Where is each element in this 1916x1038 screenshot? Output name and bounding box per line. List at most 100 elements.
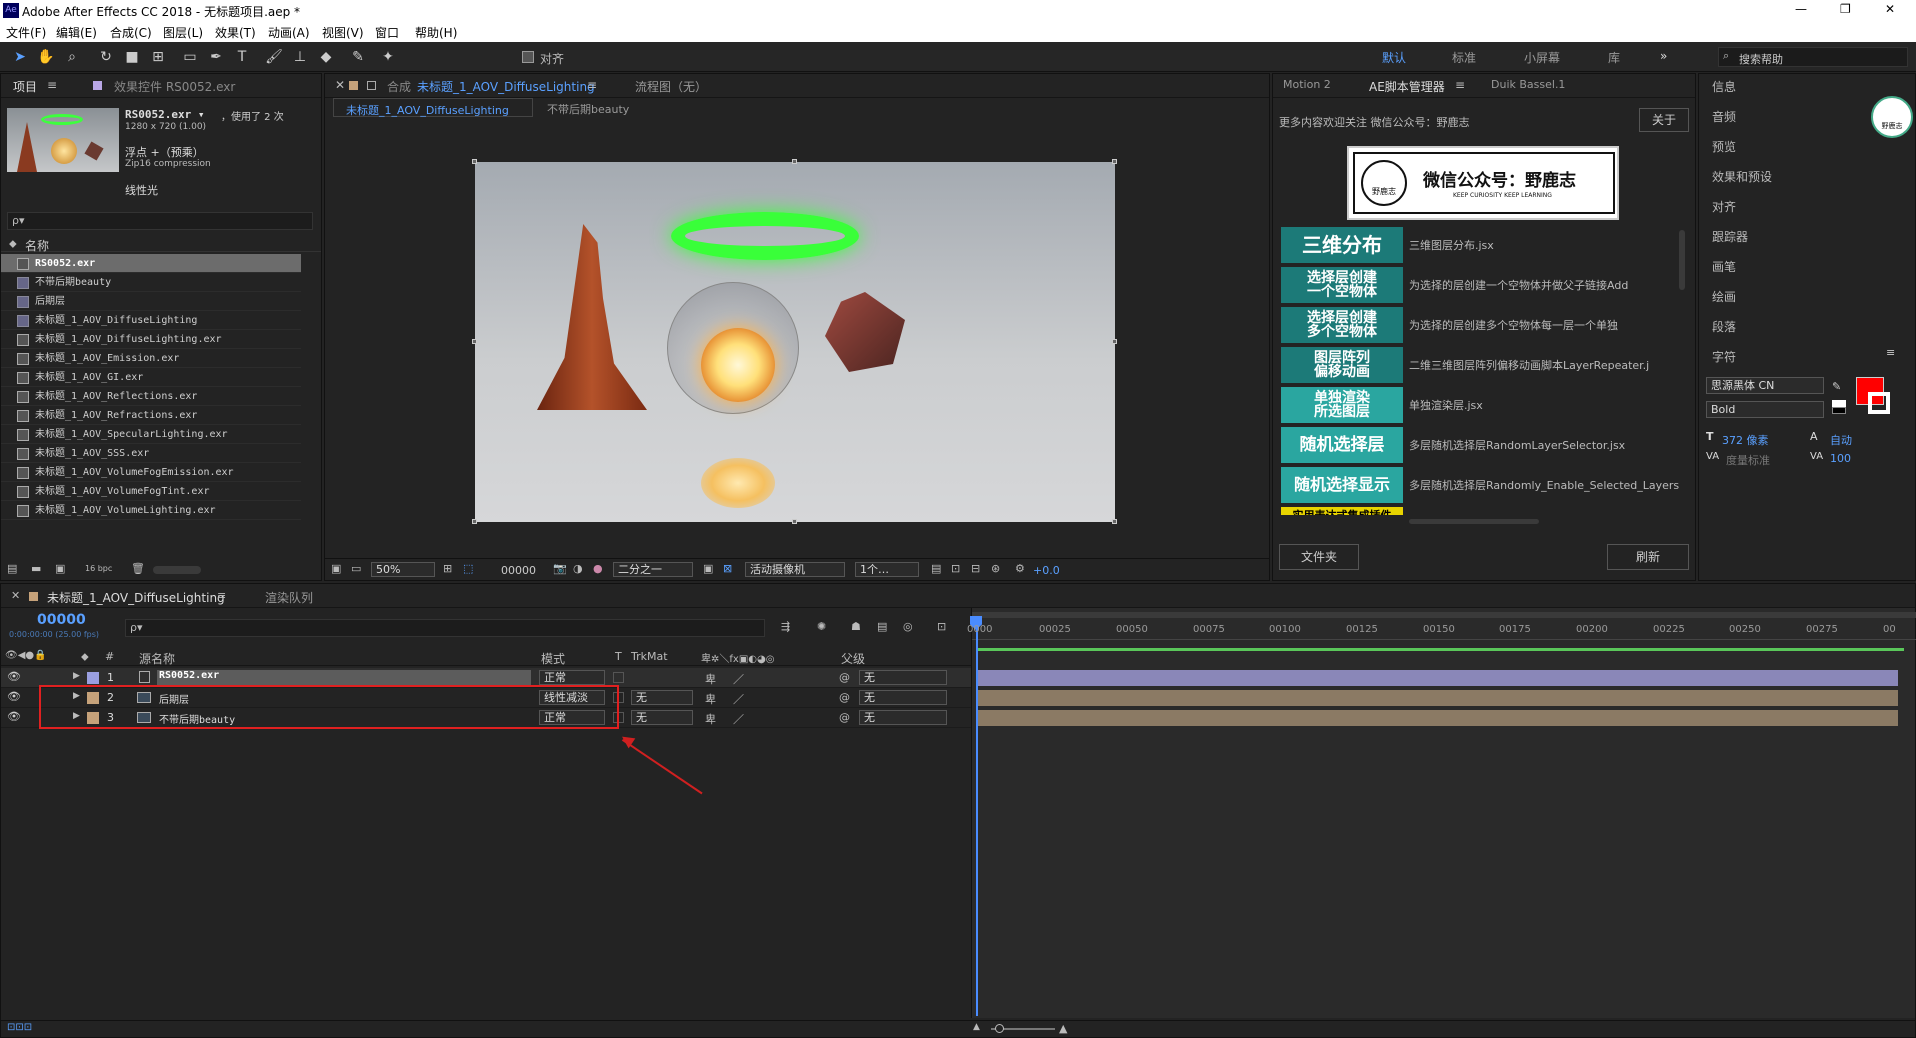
menu-window[interactable]: 窗口 xyxy=(375,24,399,41)
panel-info[interactable]: 信息 xyxy=(1712,78,1736,95)
draft-3d-icon[interactable]: ✺ xyxy=(817,620,826,633)
search-help-box[interactable]: ⌕ 搜索帮助 xyxy=(1718,47,1908,67)
list-item[interactable]: 未标题_1_AOV_Emission.exr xyxy=(1,349,301,368)
channel-icon[interactable]: ● xyxy=(593,562,603,575)
playhead[interactable] xyxy=(976,616,978,1016)
list-item[interactable]: 未标题_1_AOV_SSS.exr xyxy=(1,444,301,463)
list-item[interactable]: 未标题_1_AOV_Reflections.exr xyxy=(1,387,301,406)
work-area-bar[interactable] xyxy=(972,612,1916,618)
list-item[interactable]: 后期层 xyxy=(1,292,301,311)
new-folder-icon[interactable]: ▬ xyxy=(31,562,41,575)
list-item[interactable]: RS0052.exr xyxy=(1,254,301,273)
transparency-grid-icon[interactable]: ⊠ xyxy=(723,562,732,575)
menu-edit[interactable]: 编辑(E) xyxy=(56,24,97,41)
project-search-input[interactable]: ρ▾ xyxy=(7,212,313,230)
layer-label-color[interactable] xyxy=(87,672,99,684)
shy-icon[interactable]: ☗ xyxy=(851,620,861,633)
character-menu-icon[interactable]: ≡ xyxy=(1886,346,1895,359)
column-mode[interactable]: 模式 xyxy=(541,650,565,667)
menu-composition[interactable]: 合成(C) xyxy=(110,24,152,41)
pen-tool-icon[interactable]: ✒ xyxy=(206,47,226,67)
eyedropper-icon[interactable]: ✎ xyxy=(1832,380,1841,393)
timeline-search-input[interactable]: ρ▾ xyxy=(125,619,765,637)
menu-effect[interactable]: 效果(T) xyxy=(215,24,256,41)
panel-audio[interactable]: 音频 xyxy=(1712,108,1736,125)
panel-brushes[interactable]: 画笔 xyxy=(1712,258,1736,275)
font-family-select[interactable]: 思源黑体 CN xyxy=(1706,377,1824,394)
comp-viewer[interactable] xyxy=(475,162,1115,522)
tracking-value[interactable]: 100 xyxy=(1830,452,1851,465)
stroke-color-swatch[interactable] xyxy=(1868,392,1890,414)
motion-blur-icon[interactable]: ◎ xyxy=(903,620,913,633)
list-item[interactable]: 未标题_1_AOV_SpecularLighting.exr xyxy=(1,425,301,444)
flowchart-icon[interactable]: ⊛ xyxy=(991,562,1000,575)
zoom-out-icon[interactable]: ▲ xyxy=(973,1022,980,1032)
shy-switch-icon[interactable]: 卑 xyxy=(705,711,716,727)
roto-brush-tool-icon[interactable]: ✎ xyxy=(348,47,368,67)
parent-pickwhip-icon[interactable]: @ xyxy=(839,711,850,724)
panel-menu-icon[interactable]: ≡ xyxy=(587,78,597,92)
layer-parent-select[interactable]: 无 xyxy=(859,670,947,685)
menu-layer[interactable]: 图层(L) xyxy=(163,24,203,41)
panel-menu-icon[interactable]: ≡ xyxy=(217,589,226,602)
close-tab-icon[interactable]: ✕ xyxy=(335,78,345,92)
pan-behind-tool-icon[interactable]: ⊞ xyxy=(148,47,168,67)
shy-switch-icon[interactable]: 卑 xyxy=(705,691,716,707)
script-button-layer-repeater[interactable]: 图层阵列 偏移动画 xyxy=(1281,347,1403,383)
new-comp-icon[interactable]: ▣ xyxy=(55,562,65,575)
tab-effects-controls[interactable]: 效果控件 RS0052.exr xyxy=(114,78,235,95)
folder-button[interactable]: 文件夹 xyxy=(1279,544,1359,570)
panel-menu-icon[interactable]: ≡ xyxy=(47,78,57,92)
rectangle-tool-icon[interactable]: ▭ xyxy=(180,47,200,67)
brush-tool-icon[interactable]: 🖌 xyxy=(264,47,284,67)
layer-trkmat-select[interactable]: 无 xyxy=(631,710,693,725)
panel-effects-presets[interactable]: 效果和预设 xyxy=(1712,168,1772,185)
current-time[interactable]: 00000 xyxy=(501,564,536,577)
wechat-banner[interactable]: 野鹿志 微信公众号：野鹿志 KEEP CURIOSITY KEEP LEARNI… xyxy=(1347,146,1619,220)
shy-switch-icon[interactable]: 卑 xyxy=(705,671,716,687)
panel-align[interactable]: 对齐 xyxy=(1712,198,1736,215)
column-parent[interactable]: 父级 xyxy=(841,650,865,667)
interpret-footage-icon[interactable]: ▤ xyxy=(7,562,17,575)
tab-motion2[interactable]: Motion 2 xyxy=(1283,78,1331,91)
list-item[interactable]: 未标题_1_AOV_GI.exr xyxy=(1,368,301,387)
menu-file[interactable]: 文件(F) xyxy=(6,24,46,41)
layer-bar[interactable] xyxy=(976,710,1898,726)
panel-menu-icon[interactable]: ≡ xyxy=(1455,78,1465,92)
layer-bar[interactable] xyxy=(976,690,1898,706)
list-item[interactable]: 未标题_1_AOV_DiffuseLighting.exr xyxy=(1,330,301,349)
delete-icon[interactable]: 🗑 xyxy=(131,562,145,575)
tab-timeline-comp[interactable]: 未标题_1_AOV_DiffuseLighting xyxy=(47,589,225,606)
tab-project[interactable]: 项目 xyxy=(13,78,37,95)
layer-bar[interactable] xyxy=(976,670,1898,686)
workspace-library[interactable]: 库 xyxy=(1608,49,1620,66)
text-tool-icon[interactable]: T xyxy=(232,47,252,67)
list-item[interactable]: 未标题_1_AOV_VolumeFogTint.exr xyxy=(1,482,301,501)
visibility-icon[interactable]: 👁 xyxy=(7,670,21,683)
font-size-value[interactable]: 372 像素 xyxy=(1722,432,1769,448)
black-swatch[interactable] xyxy=(1832,407,1846,414)
lock-icon[interactable] xyxy=(349,81,358,90)
quality-switch-icon[interactable]: ／ xyxy=(733,711,744,727)
script-button-multi-null[interactable]: 选择层创建 多个空物体 xyxy=(1281,307,1403,343)
layer-parent-select[interactable]: 无 xyxy=(859,690,947,705)
workspace-small-screen[interactable]: 小屏幕 xyxy=(1524,49,1560,66)
leading-value[interactable]: 自动 xyxy=(1830,432,1852,448)
list-item[interactable]: 不带后期beauty xyxy=(1,273,301,292)
zoom-select[interactable]: 50% xyxy=(371,562,435,577)
list-item[interactable]: 未标题_1_AOV_Refractions.exr xyxy=(1,406,301,425)
eraser-tool-icon[interactable]: ◆ xyxy=(316,47,336,67)
about-button[interactable]: 关于 xyxy=(1639,108,1689,132)
list-item[interactable]: 未标题_1_AOV_VolumeFogEmission.exr xyxy=(1,463,301,482)
subtab-beauty[interactable]: 不带后期beauty xyxy=(547,101,629,117)
selection-tool-icon[interactable]: ➤ xyxy=(10,47,30,67)
mask-icon[interactable]: ⬚ xyxy=(463,562,473,575)
camera-select[interactable]: 活动摄像机 xyxy=(745,562,845,577)
toggle-pixel-icon[interactable]: ▤ xyxy=(931,562,941,575)
tab-ae-script-manager[interactable]: AE脚本管理器 xyxy=(1369,78,1445,95)
list-item[interactable]: 未标题_1_AOV_DiffuseLighting xyxy=(1,311,301,330)
clone-stamp-tool-icon[interactable]: ⊥ xyxy=(290,47,310,67)
close-button[interactable]: ✕ xyxy=(1885,2,1895,16)
script-button-3d-distribute[interactable]: 三维分布 xyxy=(1281,227,1403,263)
layer-trkmat-select[interactable]: 无 xyxy=(631,690,693,705)
